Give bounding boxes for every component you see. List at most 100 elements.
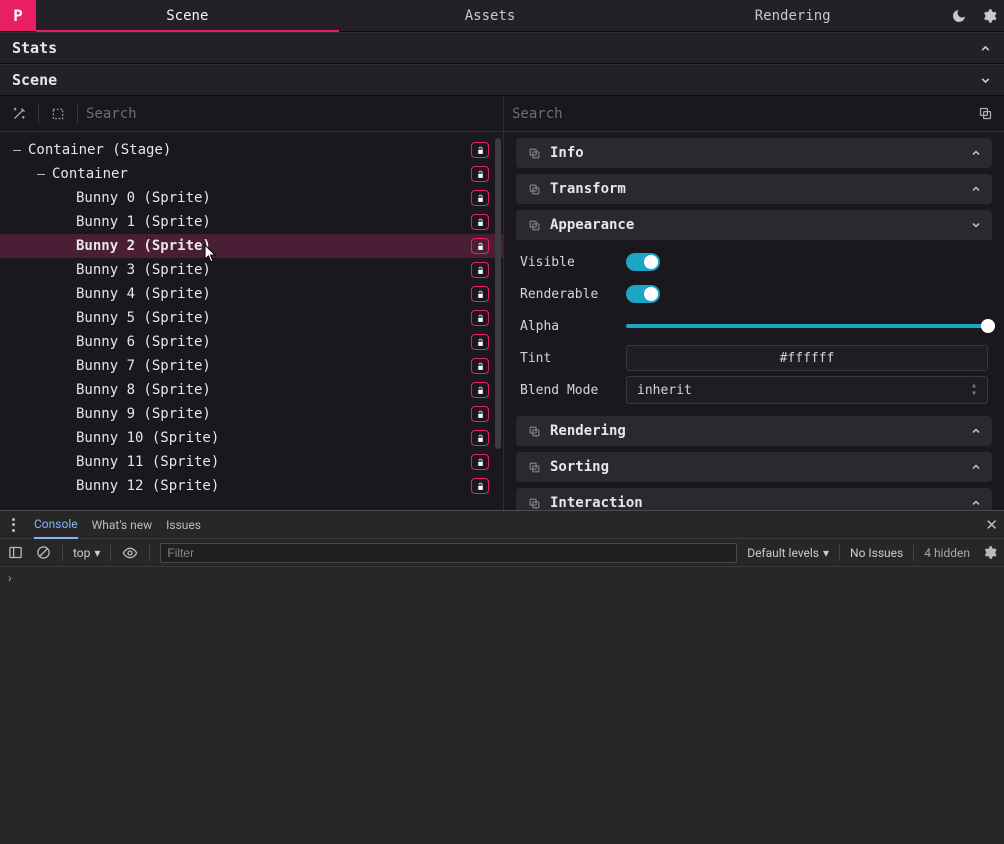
clear-console-icon[interactable]	[34, 544, 52, 562]
tree-row[interactable]: Bunny 12 (Sprite)	[0, 474, 503, 498]
panel-stats-header[interactable]: Stats	[0, 32, 1004, 64]
prop-renderable: Renderable	[520, 278, 988, 310]
section-transform-title: Transform	[550, 181, 962, 197]
tab-assets-label: Assets	[465, 8, 516, 24]
no-issues-label: No Issues	[850, 546, 903, 560]
collapse-icon[interactable]: —	[34, 167, 48, 181]
lock-button[interactable]	[471, 454, 489, 470]
sidebar-toggle-icon[interactable]	[6, 544, 24, 562]
tree-row[interactable]: Bunny 3 (Sprite)	[0, 258, 503, 282]
gear-icon[interactable]	[980, 544, 998, 562]
theme-toggle-icon[interactable]	[944, 0, 974, 32]
settings-icon[interactable]	[974, 0, 1004, 32]
tree-label: Bunny 5 (Sprite)	[76, 310, 211, 326]
scene-search-input[interactable]	[86, 106, 495, 122]
renderable-toggle[interactable]	[626, 285, 660, 303]
console-body[interactable]: ›	[0, 567, 1004, 589]
section-transform[interactable]: Transform	[516, 174, 992, 204]
tree-label: Bunny 7 (Sprite)	[76, 358, 211, 374]
visible-toggle[interactable]	[626, 253, 660, 271]
lock-button[interactable]	[471, 190, 489, 206]
copy-icon	[526, 217, 542, 233]
blend-mode-select[interactable]: inherit ▴▾	[626, 376, 988, 404]
lock-button[interactable]	[471, 142, 489, 158]
devtools-tab-whatsnew[interactable]: What's new	[92, 512, 153, 538]
tree-row[interactable]: Bunny 9 (Sprite)	[0, 402, 503, 426]
eye-icon[interactable]	[121, 544, 139, 562]
log-levels-selector[interactable]: Default levels ▾	[747, 546, 829, 560]
lock-button[interactable]	[471, 478, 489, 494]
chevron-up-icon	[970, 461, 982, 473]
lock-button[interactable]	[471, 286, 489, 302]
tab-assets[interactable]: Assets	[339, 0, 642, 31]
lock-button[interactable]	[471, 382, 489, 398]
chevron-up-icon	[970, 147, 982, 159]
close-icon[interactable]: ✕	[985, 516, 998, 534]
section-appearance[interactable]: Appearance	[516, 210, 992, 240]
tree-label: Bunny 1 (Sprite)	[76, 214, 211, 230]
panel-scene-header[interactable]: Scene	[0, 64, 1004, 96]
lock-button[interactable]	[471, 310, 489, 326]
unlock-icon	[471, 382, 489, 398]
tree-label: Bunny 12 (Sprite)	[76, 478, 219, 494]
lock-button[interactable]	[471, 430, 489, 446]
lock-button[interactable]	[471, 262, 489, 278]
unlock-icon	[471, 190, 489, 206]
copy-icon	[526, 145, 542, 161]
lock-button[interactable]	[471, 334, 489, 350]
properties-search-input[interactable]	[512, 106, 812, 122]
wand-icon[interactable]	[8, 103, 30, 125]
devtools-tab-console[interactable]: Console	[34, 511, 78, 539]
unlock-icon	[471, 334, 489, 350]
prop-alpha-label: Alpha	[520, 319, 616, 334]
lock-button[interactable]	[471, 406, 489, 422]
alpha-slider[interactable]	[626, 317, 988, 335]
collapse-icon[interactable]: —	[10, 143, 24, 157]
tree-row[interactable]: Bunny 7 (Sprite)	[0, 354, 503, 378]
tint-input[interactable]: #ffffff	[626, 345, 988, 371]
tab-rendering[interactable]: Rendering	[641, 0, 944, 31]
devtools-panel: Console What's new Issues ✕ top ▾ Defaul…	[0, 510, 1004, 844]
section-rendering-title: Rendering	[550, 423, 962, 439]
tree-row[interactable]: —Container (Stage)	[0, 138, 503, 162]
section-sorting[interactable]: Sorting	[516, 452, 992, 482]
console-filter-input[interactable]	[160, 543, 737, 563]
console-prompt-icon: ›	[8, 571, 12, 585]
lock-button[interactable]	[471, 166, 489, 182]
tree-row[interactable]: Bunny 8 (Sprite)	[0, 378, 503, 402]
tree-row[interactable]: Bunny 0 (Sprite)	[0, 186, 503, 210]
section-interaction-title: Interaction	[550, 495, 962, 510]
lock-button[interactable]	[471, 238, 489, 254]
section-rendering[interactable]: Rendering	[516, 416, 992, 446]
properties-panel: Info Transform Appearance Visible	[504, 96, 1004, 510]
prop-blend-label: Blend Mode	[520, 383, 616, 398]
tint-value: #ffffff	[780, 351, 835, 366]
tree-label: Bunny 11 (Sprite)	[76, 454, 219, 470]
tab-scene[interactable]: Scene	[36, 0, 339, 31]
section-info[interactable]: Info	[516, 138, 992, 168]
tree-row[interactable]: Bunny 2 (Sprite)	[0, 234, 503, 258]
panel-scene-title: Scene	[12, 71, 57, 89]
select-box-icon[interactable]	[47, 103, 69, 125]
section-interaction[interactable]: Interaction	[516, 488, 992, 510]
unlock-icon	[471, 166, 489, 182]
tree-row[interactable]: Bunny 6 (Sprite)	[0, 330, 503, 354]
scrollbar[interactable]	[495, 138, 501, 504]
lock-button[interactable]	[471, 214, 489, 230]
dropdown-caret-icon: ▾	[94, 546, 100, 560]
tree-row[interactable]: Bunny 1 (Sprite)	[0, 210, 503, 234]
section-info-title: Info	[550, 145, 962, 161]
tree-row[interactable]: —Container	[0, 162, 503, 186]
tree-row[interactable]: Bunny 10 (Sprite)	[0, 426, 503, 450]
tree-row[interactable]: Bunny 4 (Sprite)	[0, 282, 503, 306]
unlock-icon	[471, 430, 489, 446]
devtools-tab-issues[interactable]: Issues	[166, 512, 201, 538]
copy-icon[interactable]	[974, 103, 996, 125]
tree-row[interactable]: Bunny 11 (Sprite)	[0, 450, 503, 474]
prop-tint-label: Tint	[520, 351, 616, 366]
more-icon[interactable]	[6, 518, 20, 532]
tree-row[interactable]: Bunny 5 (Sprite)	[0, 306, 503, 330]
app-logo-letter: P	[13, 6, 23, 25]
context-selector[interactable]: top ▾	[73, 546, 100, 560]
lock-button[interactable]	[471, 358, 489, 374]
